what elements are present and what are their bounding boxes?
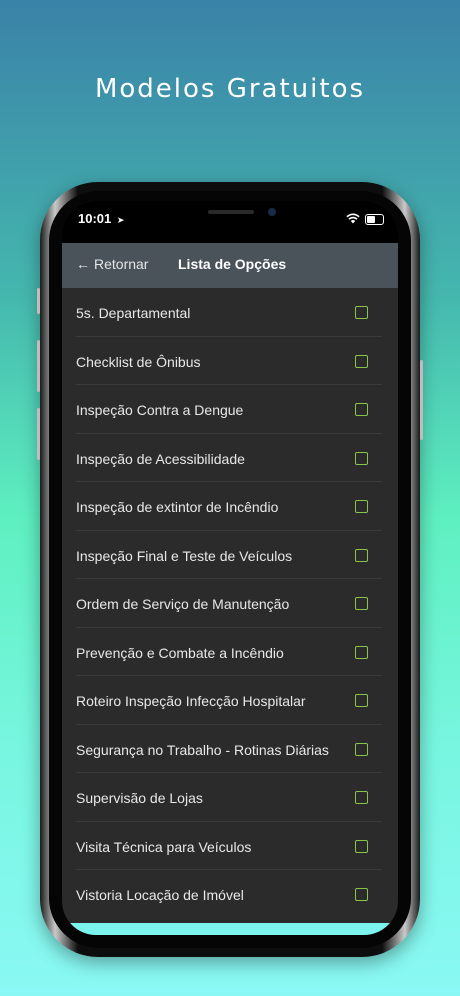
checkbox[interactable] bbox=[355, 306, 368, 319]
battery-level bbox=[367, 216, 375, 223]
back-button[interactable]: ← Retornar bbox=[76, 256, 148, 272]
status-time: 10:01 ➤ bbox=[78, 211, 124, 226]
list-item[interactable]: Inspeção de Acessibilidade bbox=[62, 434, 398, 483]
list-item-label: Prevenção e Combate a Incêndio bbox=[76, 644, 284, 661]
list-item[interactable]: Visita Técnica para Veículos bbox=[62, 822, 398, 871]
list-item-label: Inspeção Contra a Dengue bbox=[76, 402, 244, 418]
checkbox[interactable] bbox=[355, 403, 368, 416]
checkbox[interactable] bbox=[355, 839, 368, 853]
list-item-label: Segurança no Trabalho - Rotinas Diárias bbox=[76, 741, 329, 758]
checkbox[interactable] bbox=[355, 742, 368, 756]
list-item[interactable]: Ordem de Serviço de Manutenção bbox=[62, 579, 398, 628]
list-item[interactable]: Checklist de Ônibus bbox=[62, 337, 398, 386]
checkbox[interactable] bbox=[355, 791, 368, 804]
checkbox[interactable] bbox=[355, 888, 368, 901]
phone-side-button-right bbox=[420, 360, 423, 440]
list-item[interactable]: Prevenção e Combate a Incêndio bbox=[62, 628, 398, 677]
list-item-label: Roteiro Inspeção Infecção Hospitalar bbox=[76, 693, 306, 709]
checkbox[interactable] bbox=[355, 694, 368, 707]
nav-bar: ← Retornar Lista de Opções bbox=[62, 243, 398, 288]
phone-side-button-left-3 bbox=[37, 408, 40, 460]
list-item[interactable]: Inspeção de extintor de Incêndio bbox=[62, 482, 398, 531]
list-item[interactable]: Supervisão de Lojas bbox=[62, 773, 398, 822]
list-item-label: Inspeção de Acessibilidade bbox=[76, 450, 245, 467]
list-item[interactable]: 5s. Departamental bbox=[62, 288, 398, 337]
list-item-label: Supervisão de Lojas bbox=[76, 790, 203, 806]
list-item[interactable]: Vistoria Locação de Imóvel bbox=[62, 870, 398, 919]
checkbox[interactable] bbox=[355, 548, 368, 562]
checkbox[interactable] bbox=[355, 500, 368, 513]
list-item-label: Checklist de Ônibus bbox=[76, 353, 201, 370]
battery-icon bbox=[365, 214, 384, 225]
list-item-label: Ordem de Serviço de Manutenção bbox=[76, 596, 290, 612]
list-item[interactable]: Roteiro Inspeção Infecção Hospitalar bbox=[62, 676, 398, 725]
list-item-label: Visita Técnica para Veículos bbox=[76, 838, 252, 855]
page-title: Lista de Opções bbox=[178, 256, 287, 272]
location-arrow-icon: ➤ bbox=[116, 215, 125, 225]
promo-headline: Modelos Gratuitos bbox=[94, 74, 366, 104]
list-item[interactable]: Inspeção Final e Teste de Veículos bbox=[62, 531, 398, 580]
list-item[interactable]: Segurança no Trabalho - Rotinas Diárias bbox=[62, 725, 398, 774]
list-item-label: Inspeção de extintor de Incêndio bbox=[76, 499, 279, 515]
phone-screen: 10:01 ➤ ← Retornar Lista de Opções 5s. De… bbox=[62, 201, 398, 935]
list-item-label: Inspeção Final e Teste de Veículos bbox=[76, 547, 293, 564]
list-item[interactable]: Inspeção Contra a Dengue bbox=[62, 385, 398, 434]
list-item-label: 5s. Departamental bbox=[76, 305, 191, 321]
checkbox[interactable] bbox=[355, 451, 368, 465]
checkbox[interactable] bbox=[355, 645, 368, 659]
notch bbox=[136, 201, 324, 231]
bottom-strip bbox=[62, 923, 398, 935]
wifi-icon bbox=[346, 213, 360, 224]
options-list: 5s. Departamental Checklist de Ônibus In… bbox=[62, 288, 398, 919]
phone-side-button-left-2 bbox=[37, 340, 40, 392]
checkbox[interactable] bbox=[355, 597, 368, 610]
status-bar: 10:01 ➤ bbox=[62, 201, 398, 243]
back-button-label: Retornar bbox=[94, 256, 149, 272]
front-camera bbox=[268, 208, 276, 216]
list-item-label: Vistoria Locação de Imóvel bbox=[76, 887, 244, 903]
speaker-grille bbox=[208, 210, 254, 214]
phone-side-button-left-1 bbox=[37, 288, 40, 314]
status-time-text: 10:01 bbox=[78, 211, 112, 226]
checkbox[interactable] bbox=[355, 354, 368, 368]
back-arrow-icon: ← bbox=[76, 256, 90, 272]
